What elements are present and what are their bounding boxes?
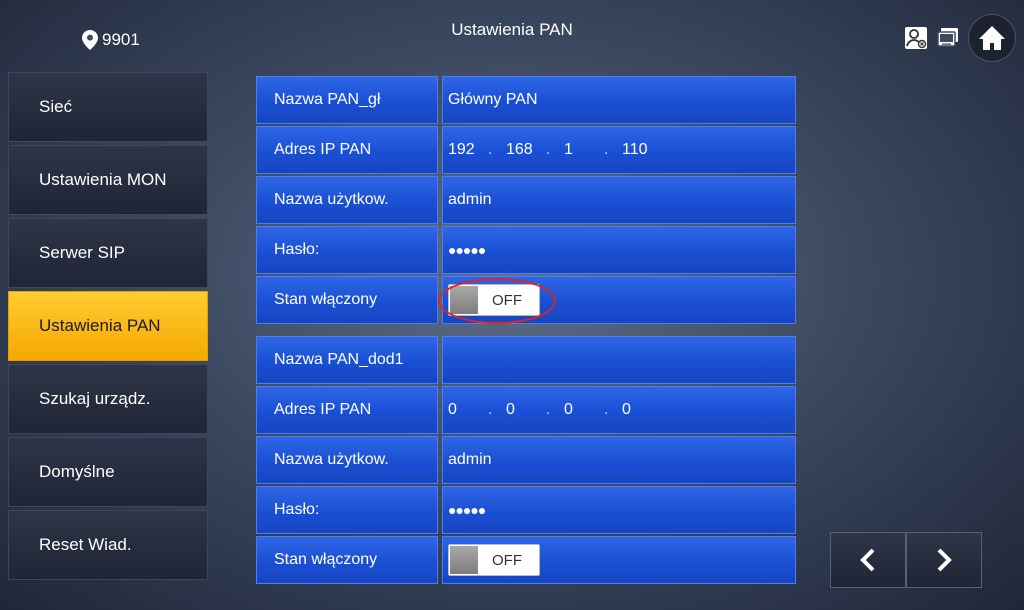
main-pan-enabled-label: Stan włączony — [256, 276, 438, 324]
highlight-ellipse — [438, 278, 556, 324]
extra-pan-name-label: Nazwa PAN_dod1 — [256, 336, 438, 384]
sidebar: Sieć Ustawienia MON Serwer SIP Ustawieni… — [8, 72, 208, 583]
table-row: Hasło: ●●●●● — [256, 486, 796, 534]
sidebar-item-reset-wiad[interactable]: Reset Wiad. — [8, 510, 208, 580]
ip-octet-4[interactable]: 0 — [622, 401, 662, 419]
monitor-icon[interactable] — [936, 26, 960, 50]
main-pan-password-label: Hasło: — [256, 226, 438, 274]
ip-dot: . — [604, 141, 609, 158]
table-row: Nazwa użytkow. admin — [256, 176, 796, 224]
sidebar-item-szukaj-urzadz[interactable]: Szukaj urządz. — [8, 364, 208, 434]
home-icon — [979, 26, 1005, 50]
sidebar-item-label: Ustawienia MON — [39, 170, 167, 189]
ip-octet-1[interactable]: 0 — [448, 401, 488, 419]
sidebar-item-label: Serwer SIP — [39, 243, 125, 262]
extra-pan-enabled-cell: OFF — [442, 536, 796, 584]
ip-dot: . — [488, 141, 493, 158]
sidebar-item-ustawienia-mon[interactable]: Ustawienia MON — [8, 145, 208, 215]
extra-pan-password-label: Hasło: — [256, 486, 438, 534]
chevron-left-icon — [860, 548, 875, 572]
prev-page-button[interactable] — [830, 532, 906, 588]
sidebar-item-serwer-sip[interactable]: Serwer SIP — [8, 218, 208, 288]
sidebar-item-label: Ustawienia PAN — [39, 316, 161, 335]
ip-dot: . — [604, 401, 609, 418]
extra-pan-user-field[interactable]: admin — [442, 436, 796, 484]
next-page-button[interactable] — [906, 532, 982, 588]
top-icons — [904, 14, 1016, 62]
sidebar-item-label: Sieć — [39, 97, 73, 116]
ip-dot: . — [546, 141, 551, 158]
ip-octet-2[interactable]: 168 — [506, 141, 546, 159]
main-pan-name-label: Nazwa PAN_gł — [256, 76, 438, 124]
extra-pan-ip-field[interactable]: 0. 0. 0. 0 — [442, 386, 796, 434]
extra-pan-name-field[interactable] — [442, 336, 796, 384]
chevron-right-icon — [937, 548, 952, 572]
home-button[interactable] — [968, 14, 1016, 62]
toggle-knob — [450, 546, 478, 574]
contacts-icon[interactable] — [904, 26, 928, 50]
sidebar-item-label: Reset Wiad. — [39, 535, 132, 554]
table-row: Nazwa PAN_gł Główny PAN — [256, 76, 796, 124]
main-pan-password-field[interactable]: ●●●●● — [442, 226, 796, 274]
extra-pan-password-field[interactable]: ●●●●● — [442, 486, 796, 534]
sidebar-item-label: Szukaj urządz. — [39, 389, 151, 408]
table-row: Nazwa użytkow. admin — [256, 436, 796, 484]
page-title: Ustawienia PAN — [451, 20, 573, 39]
table-row: Adres IP PAN 0. 0. 0. 0 — [256, 386, 796, 434]
pan-settings-table: Nazwa PAN_gł Główny PAN Adres IP PAN 192… — [256, 76, 796, 586]
extra-pan-ip-label: Adres IP PAN — [256, 386, 438, 434]
extra-pan-enabled-toggle[interactable]: OFF — [448, 544, 540, 576]
page-navigation — [830, 532, 982, 588]
ip-octet-4[interactable]: 110 — [622, 141, 662, 159]
extra-pan-user-label: Nazwa użytkow. — [256, 436, 438, 484]
ip-octet-2[interactable]: 0 — [506, 401, 546, 419]
main-pan-ip-field[interactable]: 192. 168. 1. 110 — [442, 126, 796, 174]
ip-dot: . — [546, 401, 551, 418]
top-bar: 9901 Ustawienia PAN — [0, 0, 1024, 68]
table-row: Stan włączony OFF — [256, 536, 796, 584]
ip-dot: . — [488, 401, 493, 418]
extra-pan-enabled-label: Stan włączony — [256, 536, 438, 584]
main-pan-user-field[interactable]: admin — [442, 176, 796, 224]
table-row: Nazwa PAN_dod1 — [256, 336, 796, 384]
ip-octet-3[interactable]: 1 — [564, 141, 604, 159]
sidebar-item-siec[interactable]: Sieć — [8, 72, 208, 142]
ip-octet-1[interactable]: 192 — [448, 141, 488, 159]
sidebar-item-domyslne[interactable]: Domyślne — [8, 437, 208, 507]
main-pan-ip-label: Adres IP PAN — [256, 126, 438, 174]
main-pan-user-label: Nazwa użytkow. — [256, 176, 438, 224]
table-row: Adres IP PAN 192. 168. 1. 110 — [256, 126, 796, 174]
table-row: Hasło: ●●●●● — [256, 226, 796, 274]
main-pan-name-field[interactable]: Główny PAN — [442, 76, 796, 124]
sidebar-item-ustawienia-pan[interactable]: Ustawienia PAN — [8, 291, 208, 361]
ip-octet-3[interactable]: 0 — [564, 401, 604, 419]
toggle-state: OFF — [492, 551, 522, 569]
sidebar-item-label: Domyślne — [39, 462, 115, 481]
